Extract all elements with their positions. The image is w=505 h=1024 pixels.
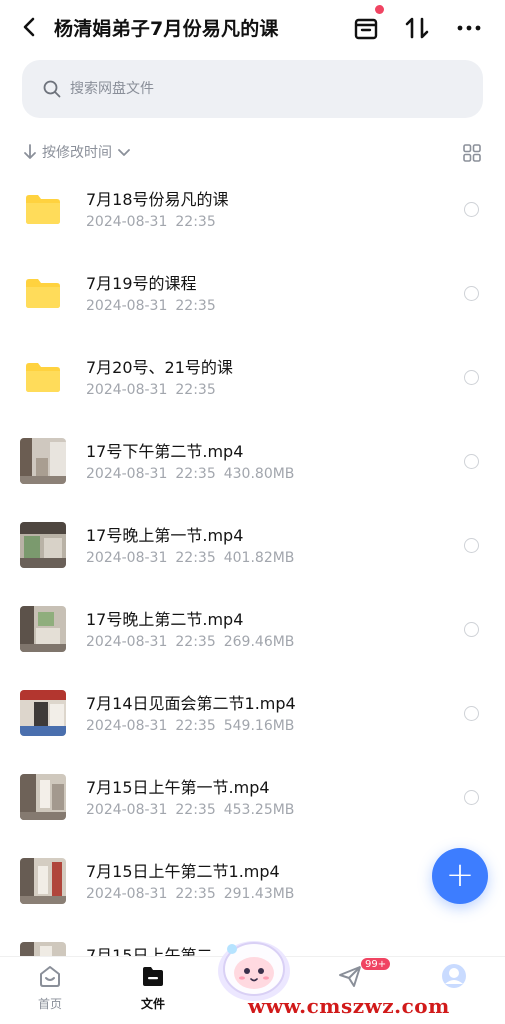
add-button[interactable]: + xyxy=(432,848,488,904)
video-thumbnail xyxy=(20,522,66,568)
file-time: 22:35 xyxy=(175,466,216,482)
watermark: www.cmszwz.com xyxy=(248,994,450,1018)
list-item[interactable]: 7月20号、21号的课 2024-08-31 22:35 xyxy=(0,336,505,420)
file-size: 430.80MB xyxy=(223,466,295,482)
folder-icon xyxy=(26,279,60,308)
more-icon[interactable] xyxy=(454,13,484,43)
search-icon xyxy=(43,80,61,98)
file-time: 22:35 xyxy=(175,214,216,230)
select-radio[interactable] xyxy=(464,622,479,637)
plus-icon: + xyxy=(445,855,475,895)
select-radio[interactable] xyxy=(464,370,479,385)
file-date: 2024-08-31 xyxy=(86,214,168,230)
file-size: 453.25MB xyxy=(223,802,295,818)
file-date: 2024-08-31 xyxy=(86,298,168,314)
select-radio[interactable] xyxy=(464,538,479,553)
file-meta: 2024-08-31 22:35 401.82MB xyxy=(86,550,294,566)
select-radio[interactable] xyxy=(464,454,479,469)
file-size: 269.46MB xyxy=(223,634,295,650)
file-name: 17号晚上第一节.mp4 xyxy=(86,526,244,545)
sort-arrows-icon[interactable] xyxy=(402,13,432,43)
file-size: 401.82MB xyxy=(223,550,295,566)
file-date: 2024-08-31 xyxy=(86,886,168,902)
file-time: 22:35 xyxy=(175,550,216,566)
avatar-icon xyxy=(442,964,466,988)
list-item[interactable]: 17号下午第二节.mp4 2024-08-31 22:35 430.80MB xyxy=(0,420,505,504)
paper-plane-icon xyxy=(339,966,361,987)
folder-icon xyxy=(26,195,60,224)
list-item[interactable]: 7月18号份易凡的课 2024-08-31 22:35 xyxy=(0,168,505,252)
chevron-down-icon xyxy=(118,149,130,156)
video-thumbnail xyxy=(20,942,66,956)
file-name: 7月18号份易凡的课 xyxy=(86,190,229,209)
sort-label: 按修改时间 xyxy=(42,145,112,161)
list-item[interactable]: 7月14日见面会第二节1.mp4 2024-08-31 22:35 549.16MB xyxy=(0,672,505,756)
arrow-down-icon xyxy=(24,144,36,159)
select-radio[interactable] xyxy=(464,202,479,217)
file-meta: 2024-08-31 22:35 291.43MB xyxy=(86,886,294,902)
file-meta: 2024-08-31 22:35 453.25MB xyxy=(86,802,294,818)
list-item[interactable]: 7月15日上午第一节.mp4 2024-08-31 22:35 453.25MB xyxy=(0,756,505,840)
file-date: 2024-08-31 xyxy=(86,802,168,818)
file-time: 22:35 xyxy=(175,382,216,398)
file-time: 22:35 xyxy=(175,886,216,902)
file-date: 2024-08-31 xyxy=(86,718,168,734)
video-thumbnail xyxy=(20,774,66,820)
file-time: 22:35 xyxy=(175,802,216,818)
top-bar: 杨清娟弟子7月份易凡的课 xyxy=(0,0,505,56)
file-date: 2024-08-31 xyxy=(86,466,168,482)
file-time: 22:35 xyxy=(175,718,216,734)
file-date: 2024-08-31 xyxy=(86,550,168,566)
sort-selector[interactable]: 按修改时间 xyxy=(22,140,132,164)
list-item[interactable]: 17号晚上第二节.mp4 2024-08-31 22:35 269.46MB xyxy=(0,588,505,672)
file-size: 549.16MB xyxy=(223,718,295,734)
search-input[interactable] xyxy=(70,74,460,104)
list-item[interactable]: 17号晚上第一节.mp4 2024-08-31 22:35 401.82MB xyxy=(0,504,505,588)
file-date: 2024-08-31 xyxy=(86,634,168,650)
file-name: 7月15日上午第二 xyxy=(86,946,213,956)
video-thumbnail xyxy=(20,690,66,736)
file-name: 17号下午第二节.mp4 xyxy=(86,442,244,461)
file-meta: 2024-08-31 22:35 xyxy=(86,382,216,398)
file-size: 291.43MB xyxy=(223,886,295,902)
file-meta: 2024-08-31 22:35 549.16MB xyxy=(86,718,294,734)
select-radio[interactable] xyxy=(464,286,479,301)
file-name: 7月20号、21号的课 xyxy=(86,358,233,377)
page-title: 杨清娟弟子7月份易凡的课 xyxy=(54,18,279,40)
transfer-box-icon[interactable] xyxy=(351,5,384,43)
file-meta: 2024-08-31 22:35 xyxy=(86,214,216,230)
select-radio[interactable] xyxy=(464,706,479,721)
video-thumbnail xyxy=(20,606,66,652)
select-radio[interactable] xyxy=(464,790,479,805)
file-meta: 2024-08-31 22:35 430.80MB xyxy=(86,466,294,482)
file-name: 7月15日上午第一节.mp4 xyxy=(86,778,270,797)
file-name: 7月14日见面会第二节1.mp4 xyxy=(86,694,296,713)
grid-view-icon[interactable] xyxy=(462,143,482,163)
video-thumbnail xyxy=(20,438,66,484)
nav-files-label: 文件 xyxy=(140,997,165,1011)
nav-files[interactable]: 文件 xyxy=(123,963,183,1019)
home-icon xyxy=(40,966,60,987)
video-thumbnail xyxy=(20,858,66,904)
file-name: 17号晚上第二节.mp4 xyxy=(86,610,244,629)
file-meta: 2024-08-31 22:35 269.46MB xyxy=(86,634,294,650)
file-meta: 2024-08-31 22:35 xyxy=(86,298,216,314)
back-icon[interactable] xyxy=(16,12,42,42)
list-item[interactable]: 7月19号的课程 2024-08-31 22:35 xyxy=(0,252,505,336)
file-name: 7月15日上午第二节1.mp4 xyxy=(86,862,280,881)
folder-icon xyxy=(26,363,60,392)
file-time: 22:35 xyxy=(175,634,216,650)
unread-badge: 99+ xyxy=(360,957,392,971)
list-item[interactable]: 7月15日上午第二节1.mp4 2024-08-31 22:35 291.43MB xyxy=(0,840,505,924)
file-time: 22:35 xyxy=(175,298,216,314)
file-name: 7月19号的课程 xyxy=(86,274,197,293)
folder-icon xyxy=(143,967,163,986)
nav-home-label: 首页 xyxy=(37,997,62,1011)
nav-home[interactable]: 首页 xyxy=(20,963,80,1019)
notification-dot xyxy=(375,5,384,14)
search-bar[interactable] xyxy=(22,60,483,118)
file-date: 2024-08-31 xyxy=(86,382,168,398)
